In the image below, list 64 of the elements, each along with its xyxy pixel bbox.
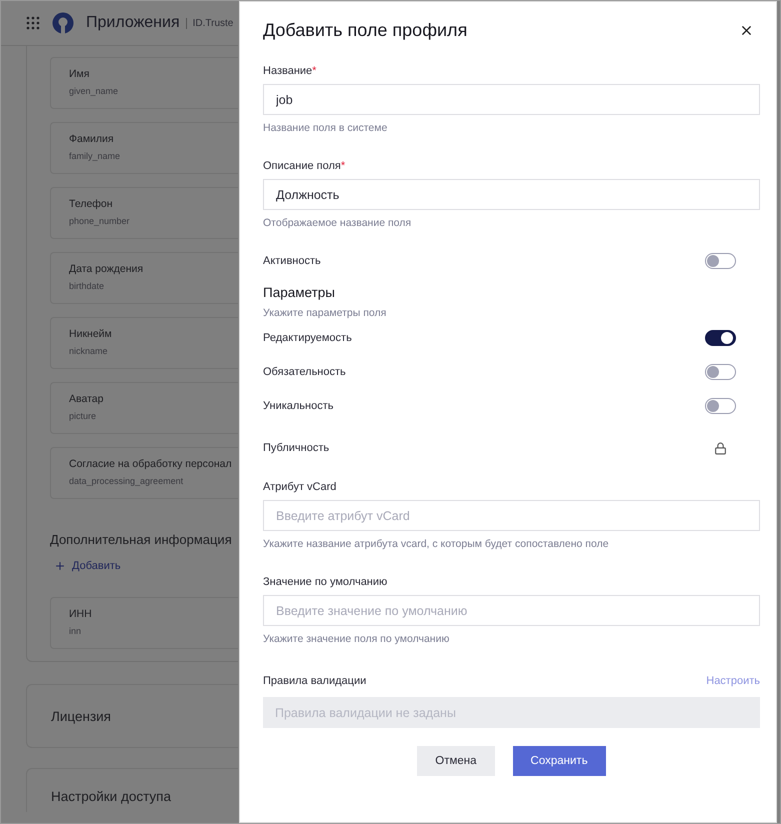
field-label: Название* xyxy=(263,65,318,77)
profile-field-card[interactable]: Никнейм nickname xyxy=(50,317,238,369)
toggle-label: Уникальность xyxy=(263,400,334,412)
field-hint: Укажите значение поля по умолчанию xyxy=(263,633,450,645)
toggle-label: Активность xyxy=(263,255,321,267)
section-card[interactable]: Лицензия xyxy=(26,684,238,748)
toggle-switch[interactable] xyxy=(705,364,736,380)
apps-grid-icon[interactable] xyxy=(26,16,40,30)
toggle-switch[interactable] xyxy=(705,398,736,414)
field-title: Аватар xyxy=(69,393,104,405)
field-key: family_name xyxy=(69,151,238,161)
save-button[interactable]: Сохранить xyxy=(512,746,606,776)
toggle-switch[interactable] xyxy=(705,330,736,346)
field-hint: Укажите название атрибута vcard, с которым будет сопоставлено поле xyxy=(263,538,610,550)
section-title: Настройки доступа xyxy=(51,789,171,804)
breadcrumb: ID.Truste xyxy=(186,18,234,28)
text-input[interactable]: Должность xyxy=(263,179,760,210)
field-title: Фамилия xyxy=(69,133,115,145)
section-heading: Параметры xyxy=(263,285,336,300)
field-key: nickname xyxy=(69,346,238,356)
profile-field-card[interactable]: Согласие на обработку персонал data_processing_agreement xyxy=(50,447,238,499)
field-title: Телефон xyxy=(69,198,114,210)
add-link[interactable]: Добавить xyxy=(54,560,238,572)
profile-field-card[interactable]: Аватар picture xyxy=(50,382,238,434)
field-title: Никнейм xyxy=(69,328,113,340)
profile-field-card[interactable]: Телефон phone_number xyxy=(50,187,238,239)
profile-field-card[interactable]: ИНН inn xyxy=(50,597,238,649)
field-title: Дата рождения xyxy=(69,263,144,275)
text-input[interactable]: Введите атрибут vCard xyxy=(263,500,760,531)
field-hint: Отображаемое название поля xyxy=(263,217,412,229)
field-key: phone_number xyxy=(69,216,238,226)
field-title: Согласие на обработку персонал xyxy=(69,458,233,470)
field-title: Имя xyxy=(69,68,90,80)
section-card[interactable]: Настройки доступа xyxy=(26,768,238,812)
field-label: Описание поля* xyxy=(263,160,346,172)
profile-field-card[interactable]: Дата рождения birthdate xyxy=(50,252,238,304)
field-title: ИНН xyxy=(69,608,93,620)
field-key: data_processing_agreement xyxy=(69,476,238,486)
logo-icon xyxy=(52,12,74,34)
dialog-title: Добавить поле профиля xyxy=(263,20,468,41)
configure-link[interactable]: Настроить xyxy=(706,675,760,687)
toggle-switch[interactable] xyxy=(705,253,736,269)
field-label: Значение по умолчанию xyxy=(263,576,388,588)
close-button[interactable] xyxy=(739,23,754,38)
field-label: Правила валидации xyxy=(263,675,366,687)
section-title: Лицензия xyxy=(51,708,111,724)
field-hint: Название поля в системе xyxy=(263,122,388,134)
text-input[interactable]: job xyxy=(263,84,760,115)
text-input[interactable]: Введите значение по умолчанию xyxy=(263,595,760,626)
field-hint: Укажите параметры поля xyxy=(263,307,388,319)
toggle-label: Публичность xyxy=(263,442,330,454)
section-heading: Дополнительная информация xyxy=(50,532,233,547)
field-key: birthdate xyxy=(69,281,238,291)
app-title: Приложения xyxy=(86,14,180,32)
field-key: given_name xyxy=(69,86,238,96)
field-key: picture xyxy=(69,411,238,421)
plus-icon xyxy=(54,560,66,572)
field-key: inn xyxy=(69,626,238,636)
toggle-label: Редактируемость xyxy=(263,332,352,344)
toggle-label: Обязательность xyxy=(263,366,346,378)
cancel-button[interactable]: Отмена xyxy=(417,746,495,776)
profile-field-card[interactable]: Фамилия family_name xyxy=(50,122,238,174)
field-label: Атрибут vCard xyxy=(263,481,338,493)
profile-field-card[interactable]: Имя given_name xyxy=(50,57,238,109)
